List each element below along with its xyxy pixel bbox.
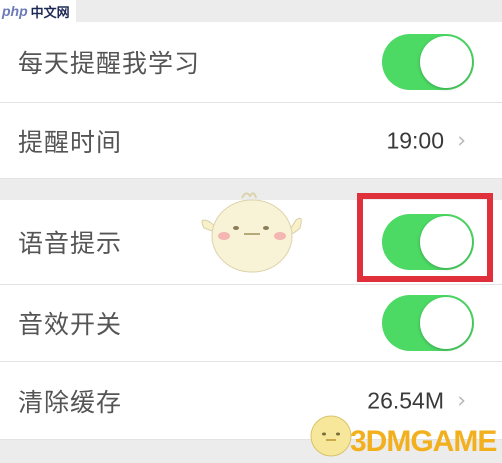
- mascot-small-icon: [310, 415, 352, 457]
- php-watermark-text: 中文网: [30, 5, 70, 21]
- settings-row-daily-reminder: 每天提醒我学习: [0, 22, 502, 103]
- mascot-icon: [201, 192, 302, 273]
- 3dmgame-watermark: 3DMGAME: [350, 425, 497, 458]
- chevron-right-icon: ›: [457, 128, 466, 153]
- cache-size-value: 26.54M: [367, 387, 444, 413]
- sound-effects-label: 音效开关: [18, 310, 123, 339]
- clear-cache-label: 清除缓存: [18, 387, 123, 417]
- php-logo: php: [2, 3, 28, 19]
- voice-prompt-label: 语音提示: [18, 229, 123, 258]
- sound-effects-toggle[interactable]: [382, 295, 474, 351]
- daily-reminder-toggle[interactable]: [382, 34, 474, 90]
- reminder-time-label: 提醒时间: [18, 127, 123, 157]
- toggle-knob: [420, 297, 472, 349]
- toggle-knob: [420, 36, 472, 88]
- php-watermark: php 中文网: [0, 0, 76, 22]
- daily-reminder-label: 每天提醒我学习: [18, 49, 201, 78]
- settings-row-sound-effects: 音效开关: [0, 285, 502, 362]
- settings-row-reminder-time[interactable]: 提醒时间 19:00 ›: [0, 103, 502, 179]
- highlight-box: [357, 193, 493, 282]
- reminder-time-value: 19:00: [386, 127, 444, 153]
- chevron-right-icon: ›: [457, 388, 466, 413]
